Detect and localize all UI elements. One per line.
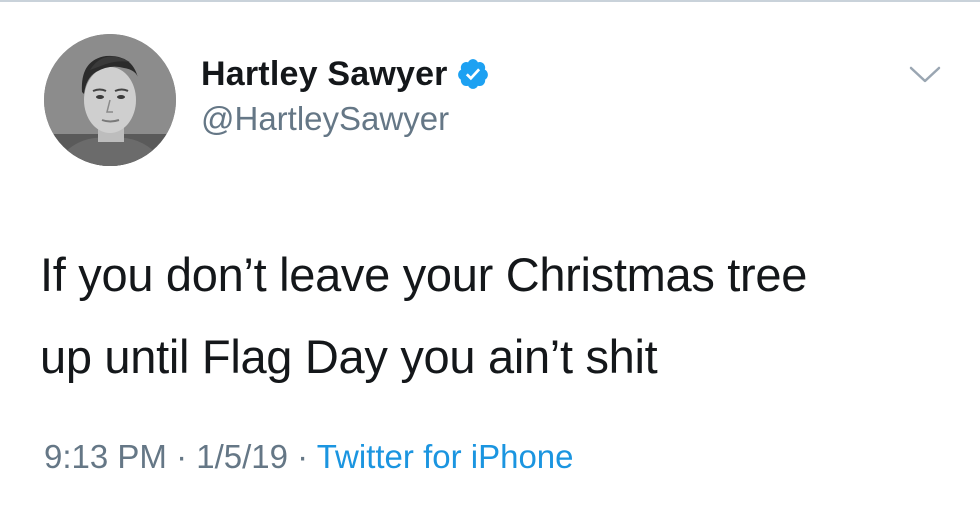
meta-separator: · <box>287 438 317 475</box>
tweet-time[interactable]: 9:13 PM <box>44 438 167 475</box>
tweet-text-line: If you don’t leave your Christmas tree <box>40 248 808 301</box>
tweet-date[interactable]: 1/5/19 <box>196 438 288 475</box>
avatar[interactable] <box>44 34 176 166</box>
tweet-text: If you don’t leave your Christmas tree u… <box>40 234 960 398</box>
verified-badge-icon <box>456 57 490 91</box>
tweet-metadata: 9:13 PM · 1/5/19 · Twitter for iPhone <box>44 438 574 476</box>
avatar-photo <box>44 34 176 166</box>
author-name-row: Hartley Sawyer <box>201 52 490 96</box>
display-name[interactable]: Hartley Sawyer <box>201 55 448 94</box>
chevron-down-icon[interactable] <box>908 64 942 86</box>
user-handle[interactable]: @HartleySawyer <box>201 100 449 138</box>
meta-separator: · <box>166 438 197 475</box>
tweet-text-line: up until Flag Day you ain’t shit <box>40 330 658 383</box>
tweet-card: Hartley Sawyer @HartleySawyer If you don… <box>0 0 980 515</box>
tweet-source-link[interactable]: Twitter for iPhone <box>317 438 574 475</box>
